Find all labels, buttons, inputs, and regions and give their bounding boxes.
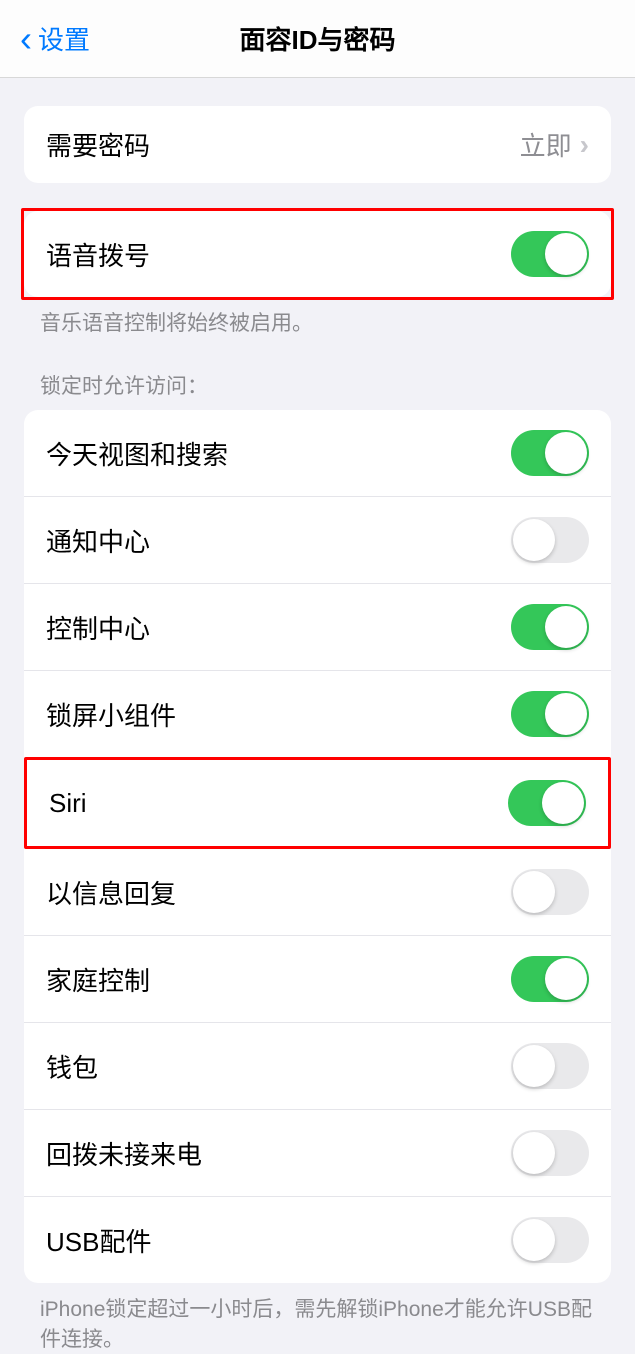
toggle-knob [545, 233, 587, 275]
lock-access-label: 回拨未接来电 [46, 1135, 202, 1172]
lock-access-label: 以信息回复 [46, 874, 176, 911]
require-passcode-label: 需要密码 [46, 126, 150, 163]
voice-dial-toggle[interactable] [511, 231, 589, 277]
lock-access-toggle[interactable] [511, 869, 589, 915]
lock-access-label: 锁屏小组件 [46, 696, 176, 733]
lock-access-toggle[interactable] [511, 517, 589, 563]
toggle-knob [513, 1045, 555, 1087]
toggle-knob [545, 606, 587, 648]
lock-access-toggle[interactable] [511, 430, 589, 476]
back-button[interactable]: ‹ 设置 [20, 20, 90, 57]
lock-access-toggle[interactable] [511, 604, 589, 650]
voice-dial-row: 语音拨号 [24, 211, 611, 297]
back-label: 设置 [38, 20, 90, 57]
lock-access-row: 锁屏小组件 [24, 670, 611, 757]
require-passcode-value-wrap: 立即 › [520, 126, 589, 163]
require-passcode-value: 立即 [520, 126, 572, 163]
voice-dial-footer: 音乐语音控制将始终被启用。 [0, 297, 635, 338]
lock-access-row: 家庭控制 [24, 935, 611, 1022]
lock-access-row: 钱包 [24, 1022, 611, 1109]
lock-access-toggle[interactable] [511, 1043, 589, 1089]
toggle-knob [545, 693, 587, 735]
lock-access-row: 控制中心 [24, 583, 611, 670]
lock-access-label: 今天视图和搜索 [46, 435, 228, 472]
lock-access-row: 今天视图和搜索 [24, 410, 611, 496]
nav-header: ‹ 设置 面容ID与密码 [0, 0, 635, 78]
toggle-knob [542, 782, 584, 824]
chevron-left-icon: ‹ [20, 21, 32, 57]
lock-access-row: 回拨未接来电 [24, 1109, 611, 1196]
lock-access-toggle[interactable] [508, 780, 586, 826]
lock-access-row: 以信息回复 [24, 849, 611, 935]
lock-access-label: Siri [49, 788, 87, 819]
lock-access-label: 家庭控制 [46, 961, 150, 998]
page-title: 面容ID与密码 [239, 20, 395, 57]
toggle-knob [513, 519, 555, 561]
lock-access-label: 钱包 [46, 1048, 98, 1085]
toggle-knob [545, 432, 587, 474]
lock-access-label: 控制中心 [46, 609, 150, 646]
lock-access-header: 锁定时允许访问： [0, 338, 635, 410]
lock-access-row: Siri [27, 760, 608, 846]
lock-access-section: 今天视图和搜索通知中心控制中心锁屏小组件 Siri 以信息回复家庭控制钱包回拨未接来… [24, 410, 611, 1283]
toggle-knob [513, 1219, 555, 1261]
lock-access-toggle[interactable] [511, 691, 589, 737]
require-passcode-section: 需要密码 立即 › [24, 106, 611, 183]
toggle-knob [513, 871, 555, 913]
highlight-voice-dial: 语音拨号 [21, 208, 614, 300]
lock-access-footer: iPhone锁定超过一小时后，需先解锁iPhone才能允许USB配件连接。 [0, 1283, 635, 1354]
highlight-siri: Siri [24, 757, 611, 849]
toggle-knob [545, 958, 587, 1000]
lock-access-toggle[interactable] [511, 1130, 589, 1176]
lock-access-toggle[interactable] [511, 1217, 589, 1263]
voice-dial-label: 语音拨号 [46, 236, 150, 273]
lock-access-row: 通知中心 [24, 496, 611, 583]
require-passcode-row[interactable]: 需要密码 立即 › [24, 106, 611, 183]
lock-access-row: USB配件 [24, 1196, 611, 1283]
chevron-right-icon: › [580, 129, 589, 161]
toggle-knob [513, 1132, 555, 1174]
lock-access-label: 通知中心 [46, 522, 150, 559]
lock-access-toggle[interactable] [511, 956, 589, 1002]
lock-access-label: USB配件 [46, 1222, 151, 1259]
